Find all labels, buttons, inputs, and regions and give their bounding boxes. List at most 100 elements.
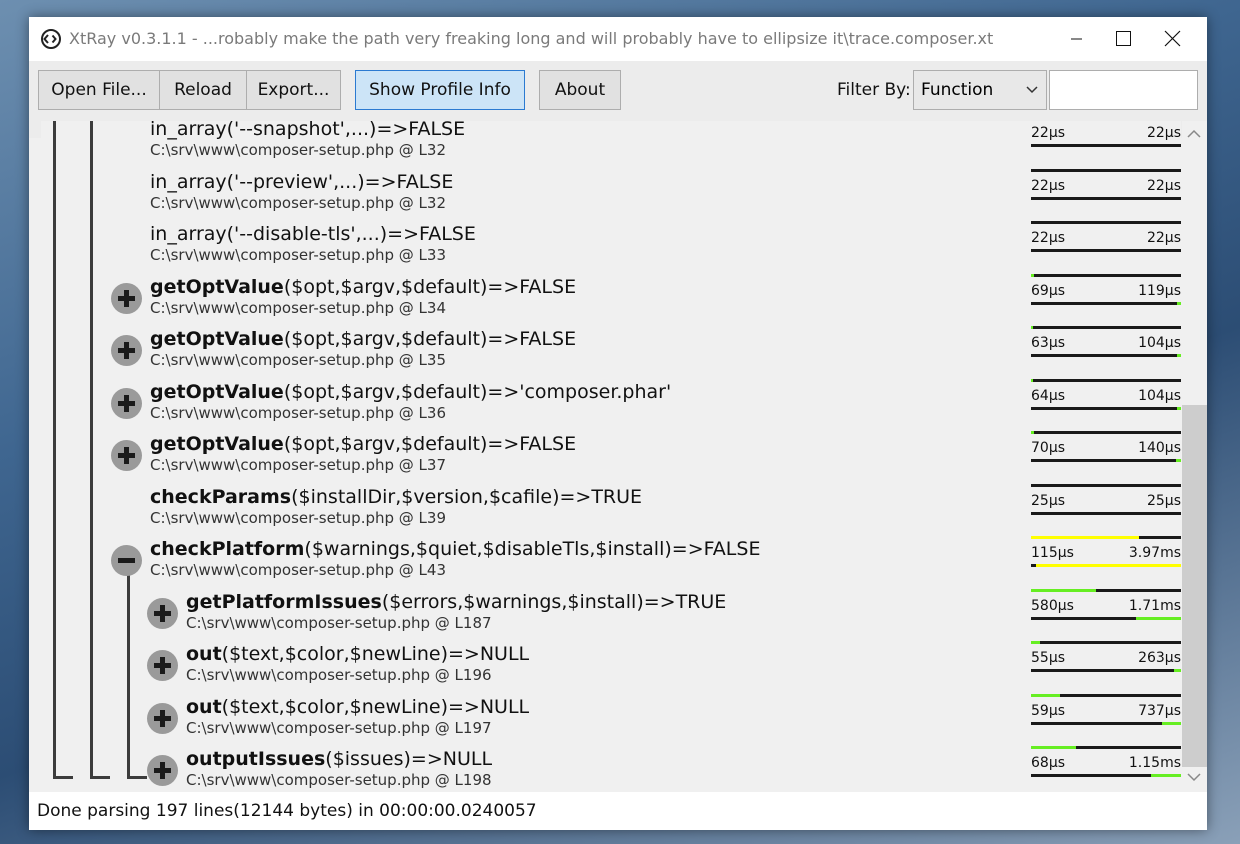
total-time-fill: [1175, 459, 1181, 462]
function-name: out: [186, 643, 222, 665]
scroll-down-icon[interactable]: [1187, 772, 1201, 782]
tree-row[interactable]: getOptValue($opt,$argv,$default)=>FALSE C…: [41, 325, 1181, 377]
self-time-label: 63µs: [1031, 335, 1066, 351]
tree-row[interactable]: getOptValue($opt,$argv,$default)=>'compo…: [41, 378, 1181, 430]
toggle-bar: [124, 289, 129, 307]
call-location: C:\srv\www\composer-setup.php @ L34: [150, 298, 447, 317]
profile-info: 22µs 22µs: [1031, 220, 1181, 272]
self-time-label: 115µs: [1031, 545, 1074, 561]
call-location: C:\srv\www\composer-setup.php @ L32: [150, 141, 447, 159]
function-signature: in_array('--disable-tls',...)=>FALSE: [150, 222, 476, 246]
expand-icon[interactable]: [111, 282, 142, 314]
close-icon: [1164, 30, 1181, 47]
function-args: ($opt,$argv,$default)=>FALSE: [283, 433, 577, 455]
tree-row[interactable]: in_array('--disable-tls',...)=>FALSE C:\s…: [41, 220, 1181, 272]
self-time-fill: [1031, 641, 1040, 644]
title-bar[interactable]: XtRay v0.3.1.1 - ...robably make the pat…: [29, 17, 1207, 61]
tree-row[interactable]: in_array('--preview',...)=>FALSE C:\srv\w…: [41, 168, 1181, 220]
maximize-icon: [1116, 31, 1131, 46]
total-time-bar: [1031, 406, 1181, 410]
call-location: C:\srv\www\composer-setup.php @ L187: [186, 613, 492, 632]
call-tree[interactable]: in_array('--snapshot',...)=>FALSE C:\srv\…: [41, 121, 1181, 788]
total-time-bar: [1031, 249, 1181, 252]
total-time-label: 263µs: [1138, 650, 1181, 666]
expand-icon[interactable]: [147, 650, 178, 681]
self-time-bar: [1031, 168, 1181, 172]
total-time-bar: [1031, 721, 1181, 725]
maximize-button[interactable]: [1099, 17, 1145, 61]
total-time-fill: [1177, 406, 1181, 410]
total-time-bar: [1031, 354, 1181, 357]
tree-row[interactable]: in_array('--snapshot',...)=>FALSE C:\srv\…: [41, 121, 1181, 167]
function-args: ('--snapshot',...)=>FALSE: [226, 121, 466, 140]
tree-row[interactable]: getOptValue($opt,$argv,$default)=>FALSE C…: [41, 273, 1181, 325]
total-time-label: 1.71ms: [1128, 597, 1181, 614]
total-time-bar: [1031, 144, 1181, 147]
app-window: XtRay v0.3.1.1 - ...robably make the pat…: [29, 17, 1207, 830]
total-time-label: 140µs: [1138, 440, 1181, 456]
call-location: C:\srv\www\composer-setup.php @ L33: [150, 246, 447, 264]
call-location: C:\srv\www\composer-setup.php @ L197: [186, 718, 492, 737]
function-name: getOptValue: [150, 380, 284, 403]
expand-icon[interactable]: [111, 335, 142, 366]
tree-row[interactable]: checkPlatform($warnings,$quiet,$disableT…: [41, 535, 1181, 587]
expand-icon[interactable]: [147, 597, 178, 629]
function-signature: in_array('--snapshot',...)=>FALSE: [150, 121, 465, 141]
function-args: ($text,$color,$newLine)=>NULL: [221, 695, 530, 718]
toggle-bar: [124, 447, 129, 464]
filter-input[interactable]: [1049, 70, 1198, 110]
toggle-bar: [160, 762, 165, 779]
open-file-button[interactable]: Open File...: [38, 70, 160, 110]
close-button[interactable]: [1149, 17, 1195, 61]
profile-info: 59µs 737µs: [1031, 693, 1181, 745]
self-time-fill: [1031, 693, 1060, 697]
expand-icon[interactable]: [111, 440, 142, 471]
toggle-bar: [160, 604, 165, 622]
expand-icon[interactable]: [147, 702, 178, 734]
self-time-label: 55µs: [1031, 650, 1066, 666]
tree-row[interactable]: outputIssues($issues)=>NULL C:\srv\www\co…: [41, 745, 1181, 788]
self-time-fill: [1031, 588, 1096, 592]
collapse-icon[interactable]: [111, 545, 142, 576]
function-signature: out($text,$color,$newLine)=>NULL: [186, 642, 529, 666]
scroll-up-icon[interactable]: [1187, 129, 1201, 139]
self-time-bar: [1031, 273, 1181, 277]
minimize-button[interactable]: [1053, 17, 1099, 61]
total-time-bar: [1031, 774, 1181, 777]
profile-info: 68µs 1.15ms: [1031, 745, 1181, 788]
profile-info: 64µs 104µs: [1031, 378, 1181, 430]
expand-icon[interactable]: [147, 755, 178, 786]
reload-button[interactable]: Reload: [159, 70, 247, 110]
total-time-bar: [1031, 564, 1181, 567]
function-args: ($errors,$warnings,$install)=>TRUE: [381, 590, 727, 613]
self-time-bar: [1031, 431, 1181, 434]
export-button[interactable]: Export...: [246, 70, 341, 110]
tree-row[interactable]: getPlatformIssues($errors,$warnings,$ins…: [41, 588, 1181, 640]
tree-row[interactable]: out($text,$color,$newLine)=>NULL C:\srv\w…: [41, 693, 1181, 745]
profile-info: 22µs 22µs: [1031, 121, 1181, 167]
self-time-fill: [1031, 536, 1139, 539]
function-signature: checkPlatform($warnings,$quiet,$disableT…: [150, 537, 760, 561]
status-bar: Done parsing 197 lines(12144 bytes) in 0…: [29, 792, 1207, 830]
total-time-label: 22µs: [1146, 125, 1181, 141]
profile-info: 70µs 140µs: [1031, 430, 1181, 482]
self-time-fill: [1031, 431, 1034, 434]
tree-row[interactable]: out($text,$color,$newLine)=>NULL C:\srv\w…: [41, 640, 1181, 692]
about-button[interactable]: About: [539, 70, 621, 110]
total-time-label: 119µs: [1138, 282, 1181, 299]
window-title: XtRay v0.3.1.1 - ...robably make the pat…: [69, 29, 994, 48]
self-time-bar: [1031, 693, 1181, 697]
function-name: out: [186, 695, 222, 718]
filter-by-select[interactable]: Function: [913, 70, 1047, 110]
total-time-label: 104µs: [1138, 335, 1181, 351]
tree-row[interactable]: checkParams($installDir,$version,$cafile…: [41, 483, 1181, 535]
show-profile-info-button[interactable]: Show Profile Info: [355, 70, 525, 110]
expand-icon[interactable]: [111, 387, 142, 419]
function-args: ($text,$color,$newLine)=>NULL: [221, 643, 530, 665]
tree-row[interactable]: getOptValue($opt,$argv,$default)=>FALSE C…: [41, 430, 1181, 482]
vertical-scrollbar[interactable]: [1182, 121, 1207, 788]
scrollbar-thumb[interactable]: [1182, 405, 1207, 767]
total-time-bar: [1031, 459, 1181, 462]
self-time-bar: [1031, 326, 1181, 329]
profile-info: 55µs 263µs: [1031, 640, 1181, 692]
